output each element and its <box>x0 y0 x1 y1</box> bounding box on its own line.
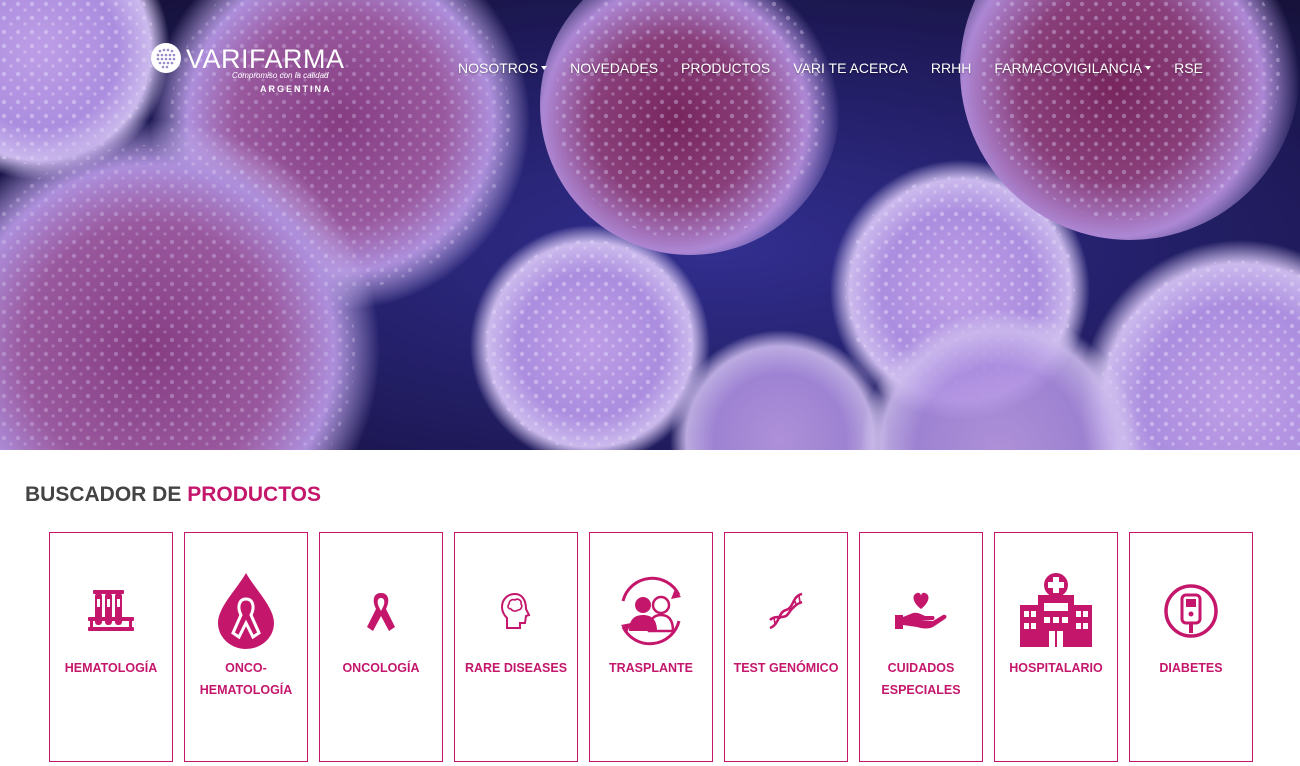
test-tubes-icon <box>88 590 134 631</box>
category-card-onco-hematologia[interactable]: ONCO-HEMATOLOGÍA <box>184 532 308 762</box>
brand-country: ARGENTINA <box>260 84 332 94</box>
dna-icon <box>769 592 803 630</box>
nav-item-label: VARI TE ACERCA <box>793 60 908 76</box>
category-label: RARE DISEASES <box>464 661 568 675</box>
category-cards: HEMATOLOGÍA ONCO-HEMATOLOGÍA ONCOLOGÍA R… <box>49 532 1253 762</box>
category-label: HOSPITALARIO <box>1009 661 1103 675</box>
varifarma-logo[interactable]: VARIFARMA Compromiso con la calidad ARGE… <box>150 40 344 100</box>
nav-item-rrhh[interactable]: RRHH <box>931 60 971 76</box>
category-label: HEMATOLOGÍA <box>64 661 158 675</box>
nav-item-vari-te-acerca[interactable]: VARI TE ACERCA <box>793 60 908 76</box>
category-card-trasplante[interactable]: TRASPLANTE <box>589 532 713 762</box>
section-title: BUSCADOR DE PRODUCTOS <box>25 483 321 507</box>
globe-icon <box>151 43 181 73</box>
brand-name: VARIFARMA <box>186 44 345 74</box>
category-label: CUIDADOS ESPECIALES <box>881 661 961 697</box>
caret-down-icon <box>1145 66 1152 70</box>
category-card-cuidados-especiales[interactable]: CUIDADOS ESPECIALES <box>859 532 983 762</box>
category-label: TEST GENÓMICO <box>733 661 839 675</box>
ribbon-icon <box>367 593 395 631</box>
glucometer-icon <box>1164 584 1218 638</box>
main-nav: NOSOTROS NOVEDADES PRODUCTOS VARI TE ACE… <box>458 58 1226 78</box>
category-label: ONCOLOGÍA <box>342 661 420 675</box>
nav-item-label: PRODUCTOS <box>681 60 771 76</box>
nav-item-label: RRHH <box>930 60 972 76</box>
nav-item-label: NOVEDADES <box>570 60 659 76</box>
hand-heart-icon <box>895 592 947 629</box>
nav-item-novedades[interactable]: NOVEDADES <box>570 60 658 76</box>
blood-drop-ribbon-icon <box>218 573 274 649</box>
category-card-test-genomico[interactable]: TEST GENÓMICO <box>724 532 848 762</box>
nav-item-farmacovigilancia[interactable]: FARMACOVIGILANCIA <box>994 60 1152 76</box>
section-title-accent: PRODUCTOS <box>187 483 321 506</box>
nav-item-rse[interactable]: RSE <box>1174 60 1203 76</box>
head-brain-icon <box>500 592 531 629</box>
section-title-lead: BUSCADOR DE <box>25 483 182 506</box>
category-card-hematologia[interactable]: HEMATOLOGÍA <box>49 532 173 762</box>
nav-item-label: FARMACOVIGILANCIA <box>994 60 1143 76</box>
brand-tagline: Compromiso con la calidad <box>232 71 329 80</box>
nav-item-productos[interactable]: PRODUCTOS <box>681 60 770 76</box>
category-card-oncologia[interactable]: ONCOLOGÍA <box>319 532 443 762</box>
people-exchange-icon <box>621 576 681 646</box>
category-card-diabetes[interactable]: DIABETES <box>1129 532 1253 762</box>
category-label: DIABETES <box>1159 661 1223 675</box>
category-label: TRASPLANTE <box>608 661 694 675</box>
nav-item-label: NOSOTROS <box>458 60 539 76</box>
hero-banner: VARIFARMA Compromiso con la calidad ARGE… <box>0 0 1300 450</box>
category-card-hospitalario[interactable]: HOSPITALARIO <box>994 532 1118 762</box>
hospital-icon <box>1020 573 1092 647</box>
category-card-rare-diseases[interactable]: RARE DISEASES <box>454 532 578 762</box>
caret-down-icon <box>541 66 548 70</box>
category-label: ONCO-HEMATOLOGÍA <box>199 661 293 697</box>
nav-item-label: RSE <box>1174 60 1203 76</box>
nav-item-nosotros[interactable]: NOSOTROS <box>458 60 548 76</box>
